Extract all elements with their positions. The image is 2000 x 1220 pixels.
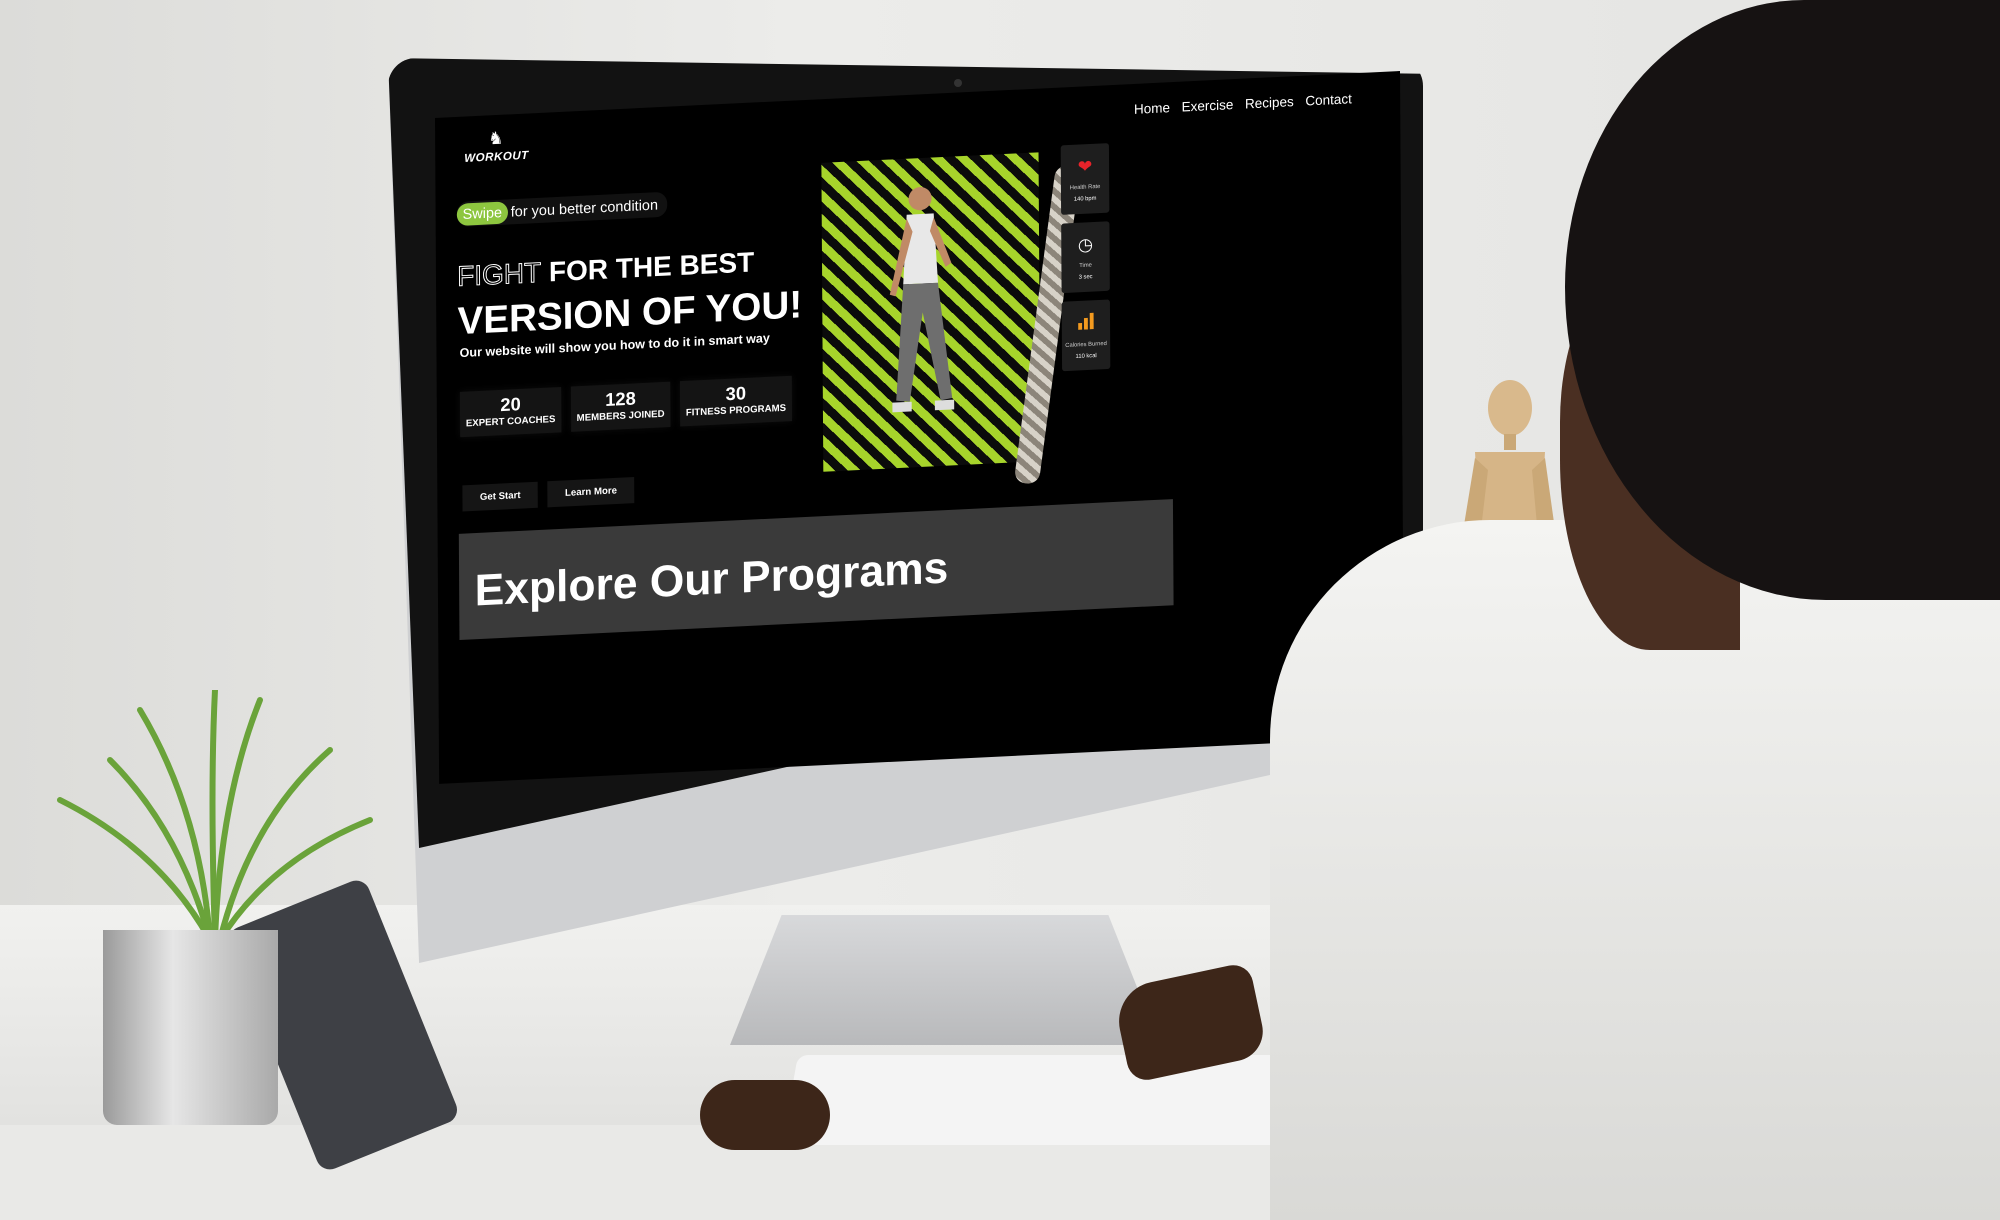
logo-icon: ♞ — [488, 128, 504, 149]
headline-outline-word: FIGHT — [457, 257, 542, 293]
time-card: ◷ Time 3 sec — [1061, 221, 1110, 294]
badge-highlight: Swipe — [456, 200, 508, 226]
explore-title: Explore Our Programs — [474, 541, 949, 616]
person-left-hand — [700, 1080, 830, 1150]
nav-exercise[interactable]: Exercise — [1182, 96, 1234, 114]
card-label: Time — [1079, 262, 1092, 270]
learn-more-button[interactable]: Learn More — [547, 477, 635, 508]
get-start-button[interactable]: Get Start — [462, 481, 539, 512]
website-screen: ♞ WORKOUT Home Exercise Recipes Contact … — [435, 71, 1405, 784]
stat-members: 128 MEMBERS JOINED — [570, 381, 671, 432]
explore-section: Explore Our Programs — [458, 499, 1174, 640]
metric-cards: ❤ Health Rate 140 bpm ◷ Time 3 sec Calor… — [1060, 143, 1111, 372]
heart-icon: ❤ — [1077, 156, 1093, 177]
clock-icon: ◷ — [1077, 234, 1094, 255]
nav-home[interactable]: Home — [1134, 100, 1170, 117]
bar-chart-icon — [1077, 311, 1095, 334]
badge-text: for you better condition — [510, 196, 659, 221]
card-label: Health Rate — [1069, 184, 1101, 192]
hero-buttons: Get Start Learn More — [462, 477, 635, 512]
hero-badge: Swipe for you better condition — [456, 191, 668, 227]
headline-line1: FIGHT FOR THE BEST — [457, 247, 755, 293]
stat-coaches: 20 EXPERT COACHES — [459, 386, 562, 438]
card-value: 3 sec — [1078, 274, 1093, 281]
card-value: 110 kcal — [1075, 352, 1097, 360]
card-label: Calories Burned — [1065, 340, 1107, 349]
card-value: 140 bpm — [1073, 195, 1097, 203]
calories-card: Calories Burned 110 kcal — [1061, 299, 1111, 372]
plant-pot — [103, 930, 278, 1125]
nav-recipes[interactable]: Recipes — [1245, 94, 1294, 112]
nav-contact[interactable]: Contact — [1305, 91, 1352, 109]
webcam-dot — [954, 79, 962, 87]
monitor-stand — [730, 915, 1160, 1045]
health-rate-card: ❤ Health Rate 140 bpm — [1060, 143, 1110, 215]
hero-image — [821, 152, 1041, 472]
athlete-figure — [889, 187, 955, 413]
plant-leaves — [57, 690, 373, 940]
site-logo[interactable]: ♞ WORKOUT — [464, 126, 541, 172]
headline-rest: FOR THE BEST — [541, 247, 755, 289]
stats-row: 20 EXPERT COACHES 128 MEMBERS JOINED 30 … — [459, 375, 792, 438]
logo-text: WORKOUT — [464, 148, 529, 165]
stat-programs: 30 FITNESS PROGRAMS — [679, 375, 792, 427]
main-nav: Home Exercise Recipes Contact — [1134, 91, 1352, 117]
